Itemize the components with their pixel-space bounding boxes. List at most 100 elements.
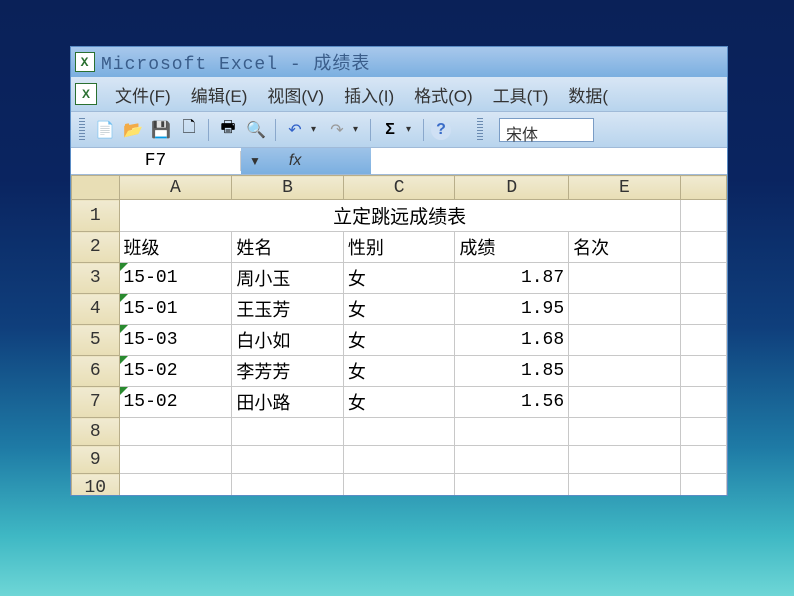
cell[interactable]: 1.95 — [455, 294, 569, 325]
cell[interactable] — [569, 387, 681, 418]
cell[interactable] — [680, 474, 726, 497]
cell[interactable] — [680, 232, 726, 263]
col-header-e[interactable]: E — [569, 176, 681, 200]
undo-icon[interactable]: ↶ — [283, 118, 307, 142]
menu-tools[interactable]: 工具(T) — [483, 78, 559, 111]
cell[interactable]: 周小玉 — [232, 263, 344, 294]
menu-edit[interactable]: 编辑(E) — [181, 78, 258, 111]
cell-header-score[interactable]: 成绩 — [455, 232, 569, 263]
row-header[interactable]: 5 — [72, 325, 120, 356]
select-all-corner[interactable] — [72, 176, 120, 200]
menu-view[interactable]: 视图(V) — [257, 78, 334, 111]
cell[interactable] — [343, 474, 455, 497]
cell[interactable] — [455, 474, 569, 497]
cell[interactable] — [232, 474, 344, 497]
cell[interactable] — [119, 474, 232, 497]
col-header-b[interactable]: B — [232, 176, 344, 200]
cell[interactable] — [680, 263, 726, 294]
row-header[interactable]: 9 — [72, 446, 120, 474]
toolbar-handle[interactable] — [79, 118, 85, 142]
menu-format[interactable]: 格式(O) — [404, 78, 483, 111]
cell[interactable]: 田小路 — [232, 387, 344, 418]
print-icon[interactable]: 🖶 — [216, 118, 240, 142]
font-selector[interactable]: 宋体 — [499, 118, 594, 142]
redo-icon[interactable]: ↷ — [325, 118, 349, 142]
cell[interactable] — [569, 325, 681, 356]
undo-dropdown[interactable]: ▾ — [311, 124, 321, 135]
cell[interactable] — [680, 356, 726, 387]
name-box[interactable]: F7 — [71, 151, 241, 171]
cell[interactable]: 15-02 — [119, 387, 232, 418]
cell[interactable] — [680, 446, 726, 474]
cell[interactable]: 女 — [343, 356, 455, 387]
row-header[interactable]: 2 — [72, 232, 120, 263]
cell[interactable] — [680, 387, 726, 418]
cell[interactable]: 女 — [343, 387, 455, 418]
document-icon[interactable] — [75, 83, 97, 105]
cell[interactable]: 1.68 — [455, 325, 569, 356]
cell[interactable]: 李芳芳 — [232, 356, 344, 387]
col-header-c[interactable]: C — [343, 176, 455, 200]
preview-icon[interactable]: 🔍 — [244, 118, 268, 142]
cell[interactable] — [455, 418, 569, 446]
cell[interactable]: 1.56 — [455, 387, 569, 418]
cell[interactable]: 15-01 — [119, 294, 232, 325]
row-header[interactable]: 4 — [72, 294, 120, 325]
formula-input[interactable] — [371, 148, 727, 174]
cell[interactable] — [232, 446, 344, 474]
cell[interactable] — [119, 418, 232, 446]
row-header[interactable]: 1 — [72, 200, 120, 232]
cell[interactable] — [680, 294, 726, 325]
cell[interactable] — [343, 446, 455, 474]
help-icon[interactable]: ? — [431, 120, 451, 140]
row-header[interactable]: 8 — [72, 418, 120, 446]
cell[interactable] — [680, 418, 726, 446]
fx-label[interactable]: fx — [289, 152, 301, 170]
cell[interactable]: 王玉芳 — [232, 294, 344, 325]
sum-icon[interactable]: Σ — [378, 118, 402, 142]
cell-header-rank[interactable]: 名次 — [569, 232, 681, 263]
row-header[interactable]: 7 — [72, 387, 120, 418]
row-header[interactable]: 6 — [72, 356, 120, 387]
cell-header-class[interactable]: 班级 — [119, 232, 232, 263]
cell[interactable]: 女 — [343, 294, 455, 325]
name-dropdown-icon[interactable]: ▼ — [249, 154, 261, 168]
cell[interactable] — [569, 263, 681, 294]
cell[interactable]: 15-01 — [119, 263, 232, 294]
save-icon[interactable]: 💾 — [149, 118, 173, 142]
cell[interactable]: 女 — [343, 325, 455, 356]
col-header-a[interactable]: A — [119, 176, 232, 200]
redo-dropdown[interactable]: ▾ — [353, 124, 363, 135]
cell[interactable]: 白小如 — [232, 325, 344, 356]
cell[interactable] — [343, 418, 455, 446]
cell[interactable]: 女 — [343, 263, 455, 294]
col-header-f[interactable] — [680, 176, 726, 200]
cell[interactable]: 15-02 — [119, 356, 232, 387]
cell[interactable]: 1.85 — [455, 356, 569, 387]
cell[interactable] — [569, 356, 681, 387]
cell[interactable] — [680, 325, 726, 356]
cell[interactable]: 1.87 — [455, 263, 569, 294]
new-icon[interactable]: 📄 — [93, 118, 117, 142]
cell[interactable] — [119, 446, 232, 474]
cell[interactable] — [569, 474, 681, 497]
col-header-d[interactable]: D — [455, 176, 569, 200]
cell-header-gender[interactable]: 性别 — [343, 232, 455, 263]
cell[interactable] — [232, 418, 344, 446]
cell[interactable]: 15-03 — [119, 325, 232, 356]
open-icon[interactable]: 📂 — [121, 118, 145, 142]
menu-file[interactable]: 文件(F) — [105, 78, 181, 111]
cell[interactable] — [680, 200, 726, 232]
cell[interactable] — [569, 418, 681, 446]
toolbar-handle-2[interactable] — [477, 118, 483, 142]
cell[interactable] — [569, 294, 681, 325]
menu-insert[interactable]: 插入(I) — [334, 78, 404, 111]
cell[interactable] — [569, 446, 681, 474]
row-header[interactable]: 10 — [72, 474, 120, 497]
cell[interactable] — [455, 446, 569, 474]
cell-title[interactable]: 立定跳远成绩表 — [119, 200, 680, 232]
cell-header-name[interactable]: 姓名 — [232, 232, 344, 263]
sum-dropdown[interactable]: ▾ — [406, 124, 416, 135]
permission-icon[interactable]: 🗋 — [177, 118, 201, 142]
row-header[interactable]: 3 — [72, 263, 120, 294]
